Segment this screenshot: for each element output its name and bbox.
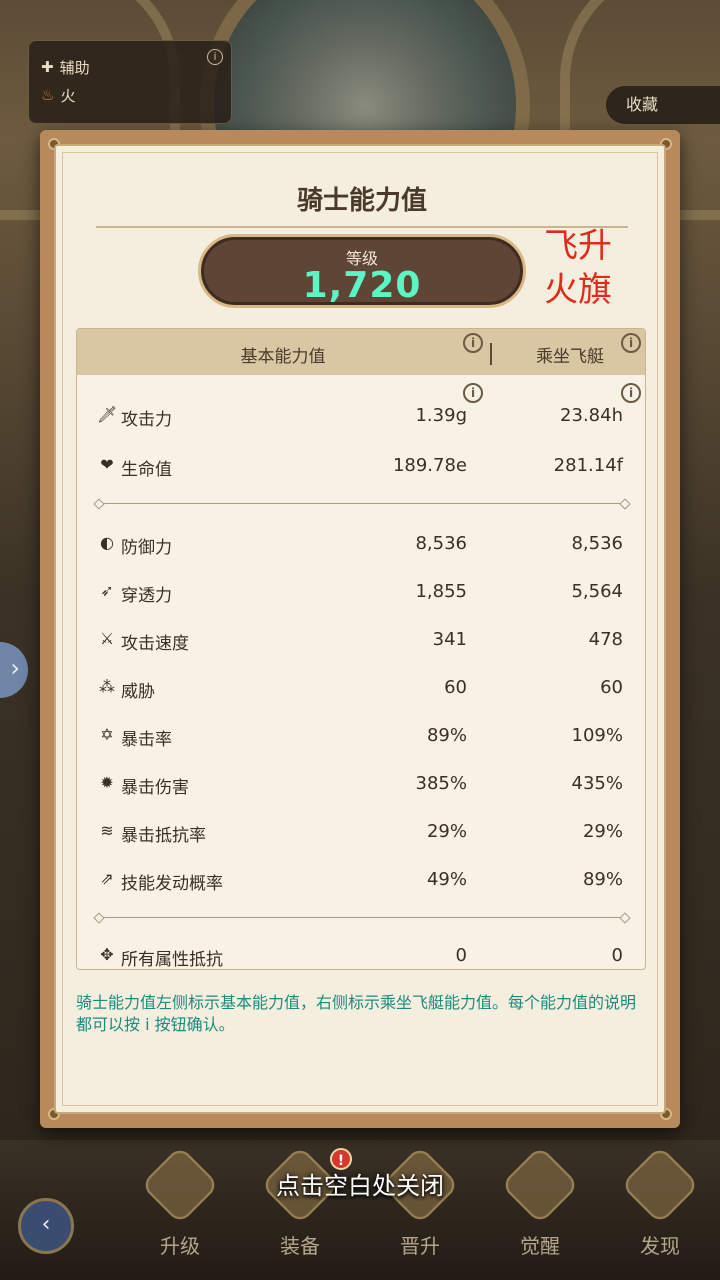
stat-name: 生命值 bbox=[121, 460, 172, 480]
stat-base-value: 385% bbox=[415, 773, 467, 794]
stat-ship-value: 5,564 bbox=[571, 581, 623, 602]
stat-name: 暴击抵抗率 bbox=[121, 826, 206, 846]
crit-damage-icon: ✹ bbox=[100, 773, 114, 792]
stat-row-all-resist: ✥ 所有属性抵抗 0 0 bbox=[77, 935, 645, 970]
ship-header-info-icon[interactable]: i bbox=[621, 333, 641, 353]
support-icon: ✚ bbox=[41, 58, 54, 76]
stat-row-threat: ⁂ 威胁 60 60 bbox=[77, 667, 645, 707]
role-fire-label: 火 bbox=[60, 86, 76, 105]
stats-table-header: 基本能力值 i 乘坐飞艇 i bbox=[77, 329, 645, 375]
fire-icon: ♨ bbox=[41, 86, 55, 104]
stat-ship-value: 8,536 bbox=[571, 533, 623, 554]
annotation-line-1: 飞升 bbox=[544, 226, 612, 266]
stat-base-value: 49% bbox=[426, 869, 467, 890]
stats-modal: 骑士能力值 等级 1,720 飞升 火旗 基本能力值 i 乘坐飞艇 i i i … bbox=[40, 130, 680, 1128]
role-info-icon[interactable]: i bbox=[207, 49, 223, 65]
stat-name: 所有属性抵抗 bbox=[121, 950, 223, 970]
section-divider bbox=[99, 503, 625, 504]
stat-name: 防御力 bbox=[121, 538, 172, 558]
modal-content: 骑士能力值 等级 1,720 飞升 火旗 基本能力值 i 乘坐飞艇 i i i … bbox=[54, 144, 666, 1114]
nav-promote-label: 晋升 bbox=[400, 1234, 440, 1258]
nav-discover-label: 发现 bbox=[640, 1234, 680, 1258]
stat-base-value: 1,855 bbox=[415, 581, 467, 602]
all-resist-icon: ✥ bbox=[100, 945, 114, 964]
stat-row-skill-proc: ⇗ 技能发动概率 49% 89% bbox=[77, 859, 645, 899]
red-annotation: 飞升 火旗 bbox=[544, 224, 640, 312]
heart-icon: ❤ bbox=[100, 455, 114, 474]
description-text: 骑士能力值左侧标示基本能力值，右侧标示乘坐飞艇能力值。每个能力值的说明都可以按 … bbox=[76, 993, 637, 1034]
stat-ship-value: 60 bbox=[600, 677, 623, 698]
stat-ship-value: 0 bbox=[611, 945, 623, 966]
stat-row-attack-speed: ⚔ 攻击速度 341 478 bbox=[77, 619, 645, 659]
stat-name: 攻击力 bbox=[121, 410, 172, 430]
stat-ship-value: 29% bbox=[582, 821, 623, 842]
stat-ship-value: 435% bbox=[571, 773, 623, 794]
stat-ship-value: 109% bbox=[571, 725, 623, 746]
stat-name: 暴击伤害 bbox=[121, 778, 189, 798]
attack-speed-icon: ⚔ bbox=[99, 629, 115, 648]
nav-equipment-label: 装备 bbox=[280, 1234, 320, 1258]
stat-base-value: 29% bbox=[426, 821, 467, 842]
stat-ship-value: 89% bbox=[582, 869, 623, 890]
base-header-info-icon[interactable]: i bbox=[463, 333, 483, 353]
skill-proc-icon: ⇗ bbox=[100, 869, 114, 888]
stat-base-value: 0 bbox=[455, 945, 467, 966]
stat-row-crit-resist: ≋ 暴击抵抗率 29% 29% bbox=[77, 811, 645, 851]
header-separator bbox=[490, 343, 492, 365]
stats-table: 基本能力值 i 乘坐飞艇 i i i 🗡 攻击力 1.39g 23.84h ❤ … bbox=[76, 328, 646, 970]
stat-ship-value: 281.14f bbox=[553, 455, 623, 476]
close-hint[interactable]: 点击空白处关闭 bbox=[0, 1166, 720, 1201]
nav-awaken-label: 觉醒 bbox=[520, 1234, 560, 1258]
role-panel: i ✚ 辅助 ♨ 火 bbox=[28, 40, 232, 124]
stat-ship-value: 478 bbox=[588, 629, 623, 650]
favorite-button[interactable]: 收藏 bbox=[606, 86, 720, 124]
stat-row-attack: 🗡 攻击力 1.39g 23.84h bbox=[77, 395, 645, 435]
stat-row-crit-rate: ✡ 暴击率 89% 109% bbox=[77, 715, 645, 755]
stat-name: 暴击率 bbox=[121, 730, 172, 750]
stat-row-penetration: ➶ 穿透力 1,855 5,564 bbox=[77, 571, 645, 611]
sword-icon: 🗡 bbox=[97, 405, 118, 424]
stat-base-value: 341 bbox=[432, 629, 467, 650]
role-row-fire: ♨ 火 bbox=[41, 81, 219, 109]
stat-base-value: 89% bbox=[426, 725, 467, 746]
modal-title: 骑士能力值 bbox=[296, 186, 427, 216]
stat-row-defense: ◐ 防御力 8,536 8,536 bbox=[77, 523, 645, 563]
stat-ship-value: 23.84h bbox=[560, 405, 623, 426]
crit-resist-icon: ≋ bbox=[100, 821, 114, 840]
shield-icon: ◐ bbox=[100, 533, 114, 552]
crit-rate-icon: ✡ bbox=[100, 725, 114, 744]
back-button[interactable]: ‹ bbox=[18, 1198, 74, 1254]
stat-row-crit-damage: ✹ 暴击伤害 385% 435% bbox=[77, 763, 645, 803]
header-base-stats: 基本能力值 bbox=[240, 347, 326, 367]
stat-base-value: 1.39g bbox=[415, 405, 467, 426]
stat-name: 攻击速度 bbox=[121, 634, 189, 654]
stat-name: 技能发动概率 bbox=[121, 874, 223, 894]
section-divider bbox=[99, 917, 625, 918]
stat-base-value: 189.78e bbox=[392, 455, 467, 476]
role-row-support: ✚ 辅助 bbox=[41, 53, 219, 81]
stat-row-hp: ❤ 生命值 189.78e 281.14f bbox=[77, 445, 645, 485]
annotation-line-2: 火旗 bbox=[544, 270, 612, 310]
pierce-icon: ➶ bbox=[100, 581, 114, 600]
stat-base-value: 8,536 bbox=[415, 533, 467, 554]
role-support-label: 辅助 bbox=[59, 58, 90, 77]
stat-name: 威胁 bbox=[121, 682, 155, 702]
nav-upgrade-label: 升级 bbox=[160, 1234, 200, 1258]
stat-name: 穿透力 bbox=[121, 586, 172, 606]
stat-base-value: 60 bbox=[444, 677, 467, 698]
threat-icon: ⁂ bbox=[99, 677, 115, 696]
level-value: 1,720 bbox=[302, 265, 422, 306]
level-box: 等级 1,720 bbox=[198, 234, 526, 308]
